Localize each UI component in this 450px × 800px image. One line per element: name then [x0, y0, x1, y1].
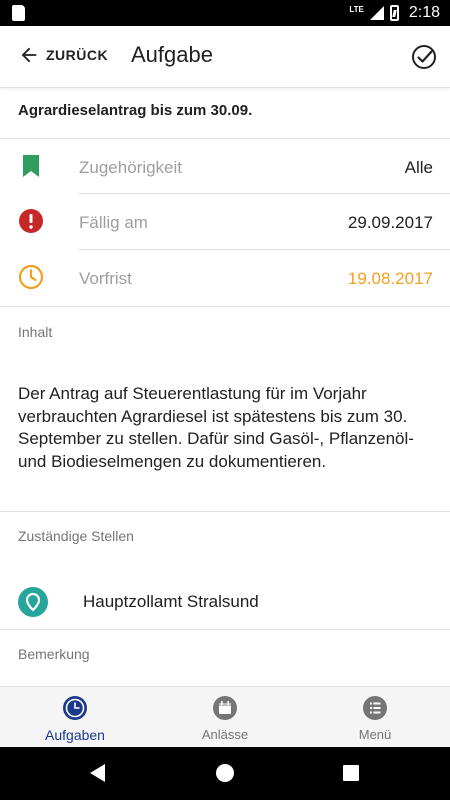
list-icon: [363, 696, 387, 720]
row-label: Zugehörigkeit: [79, 158, 183, 177]
section-label-remark: Bemerkung: [18, 646, 90, 662]
tab-label: Aufgaben: [45, 727, 105, 743]
alert-icon: [19, 209, 43, 233]
system-back-icon[interactable]: [90, 764, 105, 782]
divider: [0, 629, 450, 630]
check-circle-icon[interactable]: [410, 43, 438, 71]
sd-card-icon: [12, 5, 25, 21]
row-value: Alle: [404, 158, 433, 177]
app-bar: ZURÜCK Aufgabe: [0, 26, 450, 88]
status-bar: LTE 2:18: [0, 0, 450, 26]
bottom-navigation: Aufgaben Anlässe Menü: [0, 686, 450, 747]
row-label: Vorfrist: [79, 269, 132, 288]
system-home-icon[interactable]: [216, 764, 234, 782]
bookmark-icon: [23, 155, 39, 177]
responsible-office-link[interactable]: Hauptzollamt Stralsund: [83, 592, 259, 612]
row-value: 19.08.2017: [347, 269, 433, 288]
content-text: Der Antrag auf Steuerentlastung für im V…: [18, 384, 414, 471]
row-due-date: Fällig am 29.09.2017: [0, 194, 450, 250]
calendar-icon: [213, 696, 237, 720]
section-label-content: Inhalt: [18, 324, 53, 340]
signal-icon: [369, 6, 384, 20]
tab-anlaesse[interactable]: Anlässe: [150, 687, 300, 747]
location-pin-icon[interactable]: [18, 587, 48, 617]
row-label: Fällig am: [79, 213, 148, 232]
clock-icon: [63, 696, 87, 720]
row-affiliation: Zugehörigkeit Alle: [0, 139, 450, 195]
divider: [0, 306, 450, 307]
tab-label: Anlässe: [201, 727, 249, 742]
clock-icon: [18, 264, 44, 290]
back-label: ZURÜCK: [46, 47, 109, 63]
divider: [0, 511, 450, 512]
battery-charging-icon: [389, 5, 399, 21]
system-navigation-bar: [0, 747, 450, 800]
clock-time: 2:18: [408, 4, 440, 21]
map-marker-icon: [25, 592, 41, 612]
tab-aufgaben[interactable]: Aufgaben: [0, 687, 150, 747]
row-value: 29.09.2017: [347, 213, 433, 232]
row-pre-deadline: Vorfrist 19.08.2017: [0, 250, 450, 306]
page-title: Aufgabe: [131, 42, 213, 67]
back-button[interactable]: ZURÜCK: [18, 44, 108, 66]
arrow-left-icon: [21, 47, 37, 63]
tab-label: Menü: [358, 727, 392, 742]
system-recents-icon[interactable]: [343, 765, 359, 781]
section-label-responsible: Zuständige Stellen: [18, 528, 134, 544]
network-type: LTE: [349, 4, 364, 14]
status-icons: LTE 2:18: [349, 0, 440, 26]
tab-menue[interactable]: Menü: [300, 687, 450, 747]
task-title: Agrardieselantrag bis zum 30.09.: [18, 102, 253, 119]
